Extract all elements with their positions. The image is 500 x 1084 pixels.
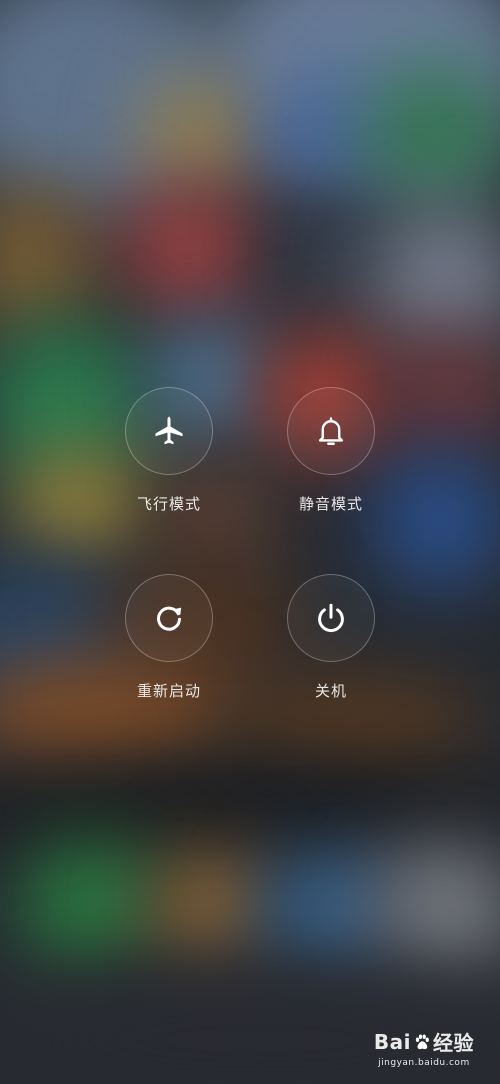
restart-circle[interactable] [125,574,213,662]
restart-label: 重新启动 [136,682,201,700]
watermark-logo-text-right: 经验 [433,1031,474,1055]
airplane-icon [155,416,183,445]
restart-icon [157,606,182,631]
paw-icon [415,1034,429,1049]
watermark-logo: Bai 经验 [374,1027,474,1056]
power-off-button[interactable]: 关机 [251,574,411,701]
bell-icon [318,417,344,445]
power-off-label: 关机 [314,682,347,700]
silent-mode-button[interactable]: 静音模式 [251,387,411,514]
airplane-mode-circle[interactable] [125,387,213,475]
power-icon [318,603,344,633]
restart-button[interactable]: 重新启动 [89,574,249,701]
airplane-mode-button[interactable]: 飞行模式 [89,387,249,514]
watermark-site: jingyan.baidu.com [378,1058,470,1068]
watermark-logo-text-left: Bai [373,1029,411,1054]
silent-mode-circle[interactable] [287,387,375,475]
baidu-jingyan-watermark: Bai 经验 jingyan.baidu.com [374,1027,474,1069]
power-off-circle[interactable] [287,574,375,662]
airplane-mode-label: 飞行模式 [136,495,201,513]
silent-mode-label: 静音模式 [298,495,363,513]
phone-screen: 飞行模式 静音模式 重新启动 关机 Bai 经验 jingyan.baidu.c… [0,0,500,1084]
